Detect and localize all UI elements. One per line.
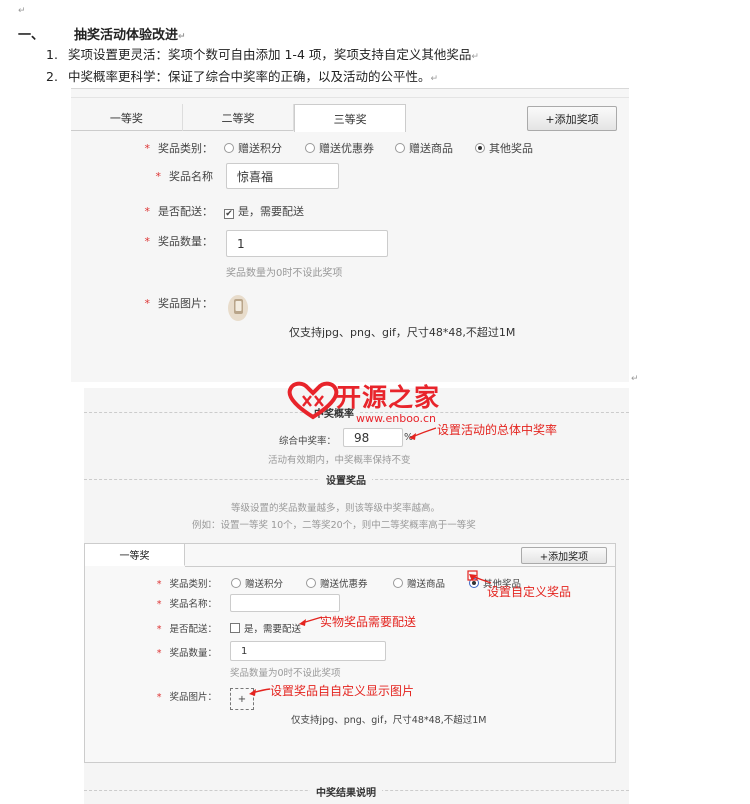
watermark-url: www.enboo.cn	[356, 412, 436, 425]
heart-logo-icon	[287, 381, 339, 420]
watermark-brand: 开源之家	[336, 383, 441, 412]
annotation-image: 设置奖品自自定义显示图片	[270, 684, 415, 698]
site-watermark-logo: 开源之家 www.enboo.cn	[286, 378, 466, 428]
annotation-delivery: 实物奖品需要配送	[320, 615, 417, 629]
annotation-custom-prize: 设置自定义奖品	[487, 585, 572, 599]
